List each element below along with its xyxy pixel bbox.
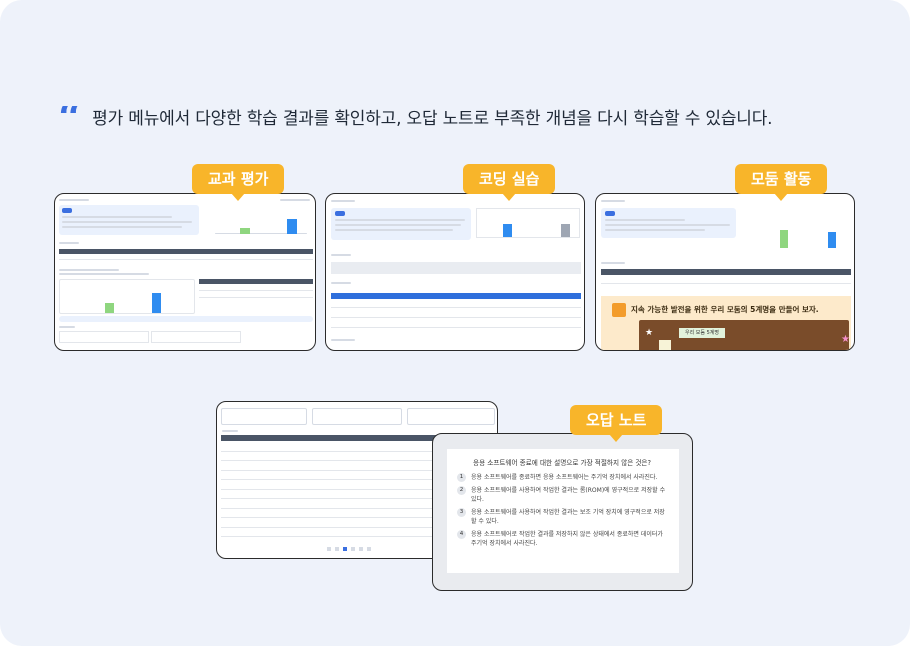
question-text: 응용 소프트웨어 종료에 대한 설명으로 가장 적절하지 않은 것은? (473, 459, 651, 467)
corkboard: 우리 모둠 5계명 (639, 320, 849, 350)
search-field[interactable] (407, 408, 495, 425)
chart-3 (476, 208, 580, 238)
chart-2 (59, 279, 195, 314)
badge-group-activity: 모둠 활동 (735, 164, 828, 201)
summary-box (59, 205, 199, 235)
badge-subject-eval: 교과 평가 (192, 164, 285, 201)
option-4[interactable]: 4 응용 소프트웨어로 작업한 결과를 저장하지 않은 상태에서 종료하면 데이… (457, 530, 669, 548)
pagination[interactable] (327, 547, 371, 551)
question-sheet: 응용 소프트웨어 종료에 대한 설명으로 가장 적절하지 않은 것은? 1 응용… (447, 449, 679, 573)
wrong-note-detail-screenshot[interactable]: 응용 소프트웨어 종료에 대한 설명으로 가장 적절하지 않은 것은? 1 응용… (432, 433, 693, 591)
side-table (199, 279, 313, 314)
select-2[interactable] (312, 408, 402, 425)
badge-coding-practice: 코딩 실습 (463, 164, 556, 201)
star-icon-pink: ★ (841, 334, 850, 345)
option-2[interactable]: 2 응용 소프트웨어를 사용하여 작업한 결과는 롬(ROM)에 영구적으로 저… (457, 486, 669, 504)
star-icon: ★ (645, 328, 654, 338)
subject-eval-screenshot[interactable] (54, 193, 316, 351)
option-1[interactable]: 1 응용 소프트웨어를 종료하면 응용 소프트웨어는 주기억 장치에서 사라진다… (457, 473, 669, 482)
banner-text: 지속 가능한 발전을 위한 우리 모둠의 5계명을 만들어 보자. (631, 305, 819, 314)
chart-4 (742, 208, 848, 248)
activity-icon (612, 303, 626, 317)
group-activity-screenshot[interactable]: 지속 가능한 발전을 위한 우리 모둠의 5계명을 만들어 보자. 우리 모둠 … (595, 193, 855, 351)
headline-text: 평가 메뉴에서 다양한 학습 결과를 확인하고, 오답 노트로 부족한 개념을 … (92, 109, 773, 129)
board-label: 우리 모둠 5계명 (679, 328, 725, 338)
headline: “ 평가 메뉴에서 다양한 학습 결과를 확인하고, 오답 노트로 부족한 개념… (58, 104, 773, 130)
badge-wrong-note: 오답 노트 (570, 405, 663, 442)
option-3[interactable]: 3 응용 소프트웨어를 사용하여 작업한 결과는 보조 기억 장치에 영구적으로… (457, 508, 669, 526)
chart-1 (215, 206, 307, 234)
quote-icon: “ (58, 106, 80, 128)
coding-practice-screenshot[interactable] (325, 193, 585, 351)
activity-banner: 지속 가능한 발전을 위한 우리 모둠의 5계명을 만들어 보자. 우리 모둠 … (601, 296, 851, 350)
select-1[interactable] (221, 408, 307, 425)
